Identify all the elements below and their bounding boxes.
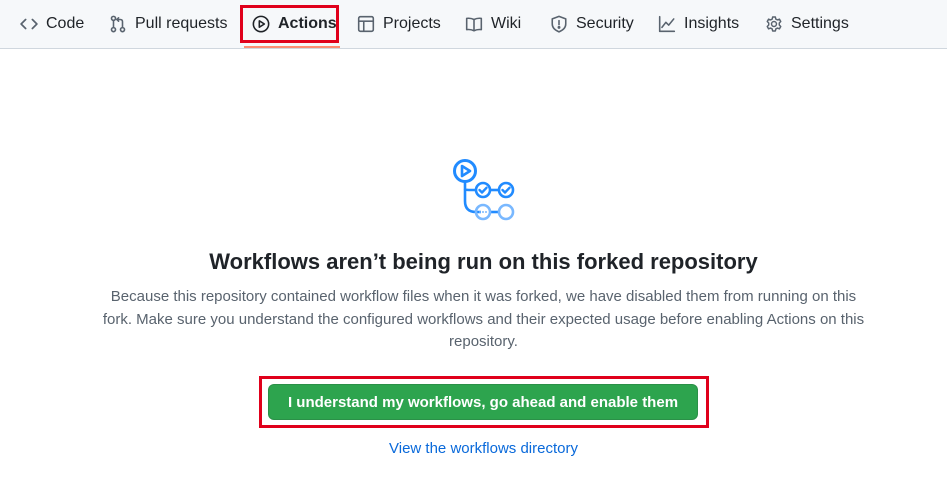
git-pull-request-icon xyxy=(109,15,127,33)
tab-label: Pull requests xyxy=(135,15,228,32)
gear-icon xyxy=(765,15,783,33)
tab-label: Wiki xyxy=(491,15,522,32)
repo-nav: Code Pull requests Actions Projects Wiki… xyxy=(0,0,947,49)
tab-label: Security xyxy=(576,15,634,32)
tab-actions[interactable]: Actions xyxy=(252,0,337,48)
play-icon xyxy=(252,15,270,33)
shield-icon xyxy=(550,15,568,33)
page-title: Workflows aren’t being run on this forke… xyxy=(209,249,758,274)
tab-code[interactable]: Code xyxy=(20,0,84,48)
tab-settings[interactable]: Settings xyxy=(765,0,849,48)
tab-label: Insights xyxy=(684,15,740,32)
view-workflows-link[interactable]: View the workflows directory xyxy=(0,440,947,457)
tab-projects[interactable]: Projects xyxy=(357,0,441,48)
description-text: Because this repository contained workfl… xyxy=(102,288,865,350)
graph-icon xyxy=(658,15,676,33)
tab-label: Code xyxy=(46,15,85,32)
tab-pull-requests[interactable]: Pull requests xyxy=(109,0,228,48)
table-icon xyxy=(357,15,375,33)
tab-security[interactable]: Security xyxy=(550,0,634,48)
tab-insights[interactable]: Insights xyxy=(658,0,739,48)
workflow-icon xyxy=(448,155,520,223)
tab-label: Settings xyxy=(791,15,849,32)
tab-wiki[interactable]: Wiki xyxy=(465,0,521,48)
code-icon xyxy=(20,15,38,33)
enable-workflows-button[interactable]: I understand my workflows, go ahead and … xyxy=(268,384,698,420)
tab-label: Actions xyxy=(278,15,337,32)
book-icon xyxy=(465,15,483,33)
tab-label: Projects xyxy=(383,15,441,32)
active-tab-underline xyxy=(244,46,340,48)
